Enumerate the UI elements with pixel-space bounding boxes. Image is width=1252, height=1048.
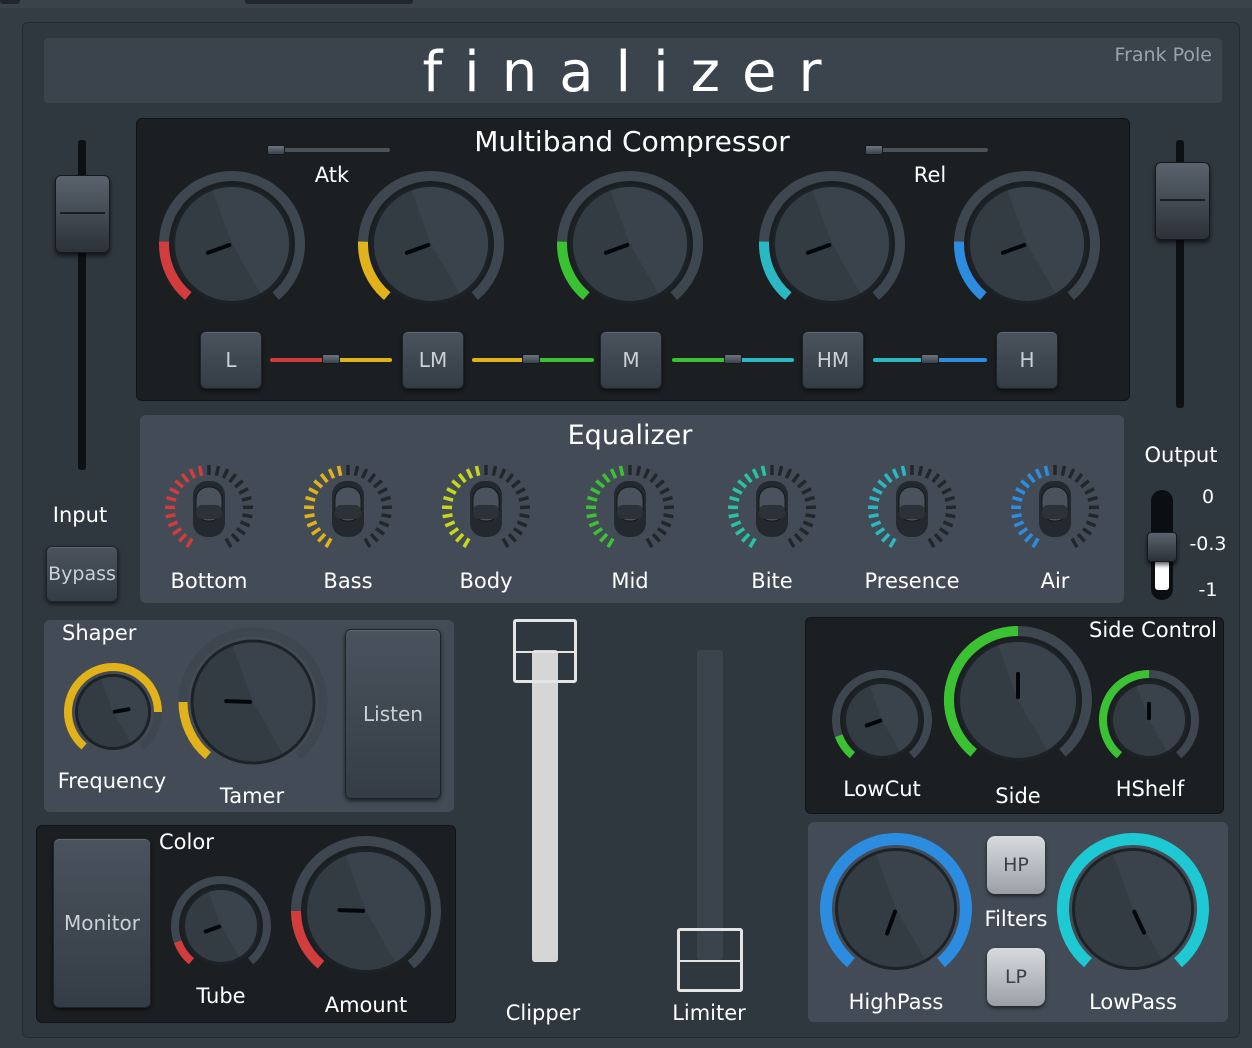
lowpass-knob[interactable] [1057,833,1209,970]
limiter-label: Limiter [672,1001,746,1025]
lp-button[interactable]: LP [987,948,1045,1006]
output-label: Output [1144,443,1218,467]
atk-slider-handle[interactable] [267,145,285,155]
highpass-knob[interactable] [820,833,972,970]
output-scale-1: -0.3 [1189,533,1227,555]
tamer-label: Tamer [219,784,285,808]
amount-label: Amount [324,993,408,1017]
limiter-handle[interactable] [677,928,743,992]
limiter-meter [697,650,723,960]
lowpass-label: LowPass [1089,990,1177,1014]
band-hm-button[interactable]: HM [802,331,864,389]
color-title: Color [159,830,214,854]
plugin-window: finalizer Frank Pole Input Bypass Multib… [0,0,1252,1048]
rel-slider-track[interactable] [866,148,988,152]
host-tab-strip [0,0,1252,8]
app-title: finalizer [422,40,844,105]
output-gain-slider-handle[interactable] [1155,162,1210,240]
output-scale-0: 0 [1201,486,1215,508]
crossover-line [532,358,594,362]
atk-slider-track[interactable] [268,148,390,152]
hp-button[interactable]: HP [987,836,1045,894]
author-label: Frank Pole [1114,44,1212,66]
clipper-label: Clipper [505,1001,581,1025]
compressor-title: Multiband Compressor [474,125,790,158]
band-m-button[interactable]: M [600,331,662,389]
host-tab[interactable] [0,0,20,4]
crossover-l-lm-handle[interactable] [322,354,340,364]
side-label: Side [995,784,1041,808]
highpass-label: HighPass [848,990,944,1014]
hshelf-label: HShelf [1115,777,1185,801]
crossover-line [332,358,392,362]
clipper-meter [532,650,558,962]
atk-label: Atk [314,163,350,187]
band-h-button[interactable]: H [996,331,1058,389]
clipper-handle[interactable] [513,619,577,683]
input-slider-handle[interactable] [55,175,110,253]
tube-label: Tube [196,984,246,1008]
crossover-line [734,358,794,362]
band-lm-button[interactable]: LM [402,331,464,389]
bypass-button[interactable]: Bypass [46,546,118,602]
frequency-label: Frequency [57,769,167,793]
crossover-lm-m-handle[interactable] [522,354,540,364]
crossover-line [931,358,987,362]
output-ceiling-handle[interactable] [1147,532,1177,562]
equalizer-title: Equalizer [567,420,693,451]
input-label: Input [52,503,108,527]
side-control-title: Side Control [1089,618,1217,642]
output-scale-2: -1 [1198,579,1218,601]
shaper-title: Shaper [62,621,137,645]
host-tab[interactable] [245,0,413,4]
rel-slider-handle[interactable] [865,145,883,155]
rel-label: Rel [913,163,947,187]
crossover-hm-h-handle[interactable] [921,354,939,364]
listen-button[interactable]: Listen [345,629,441,799]
lowcut-label: LowCut [843,777,921,801]
filters-label: Filters [984,907,1048,931]
title-bar: finalizer Frank Pole [44,38,1222,105]
monitor-button[interactable]: Monitor [53,838,151,1008]
band-l-button[interactable]: L [200,331,262,389]
crossover-m-hm-handle[interactable] [724,354,742,364]
